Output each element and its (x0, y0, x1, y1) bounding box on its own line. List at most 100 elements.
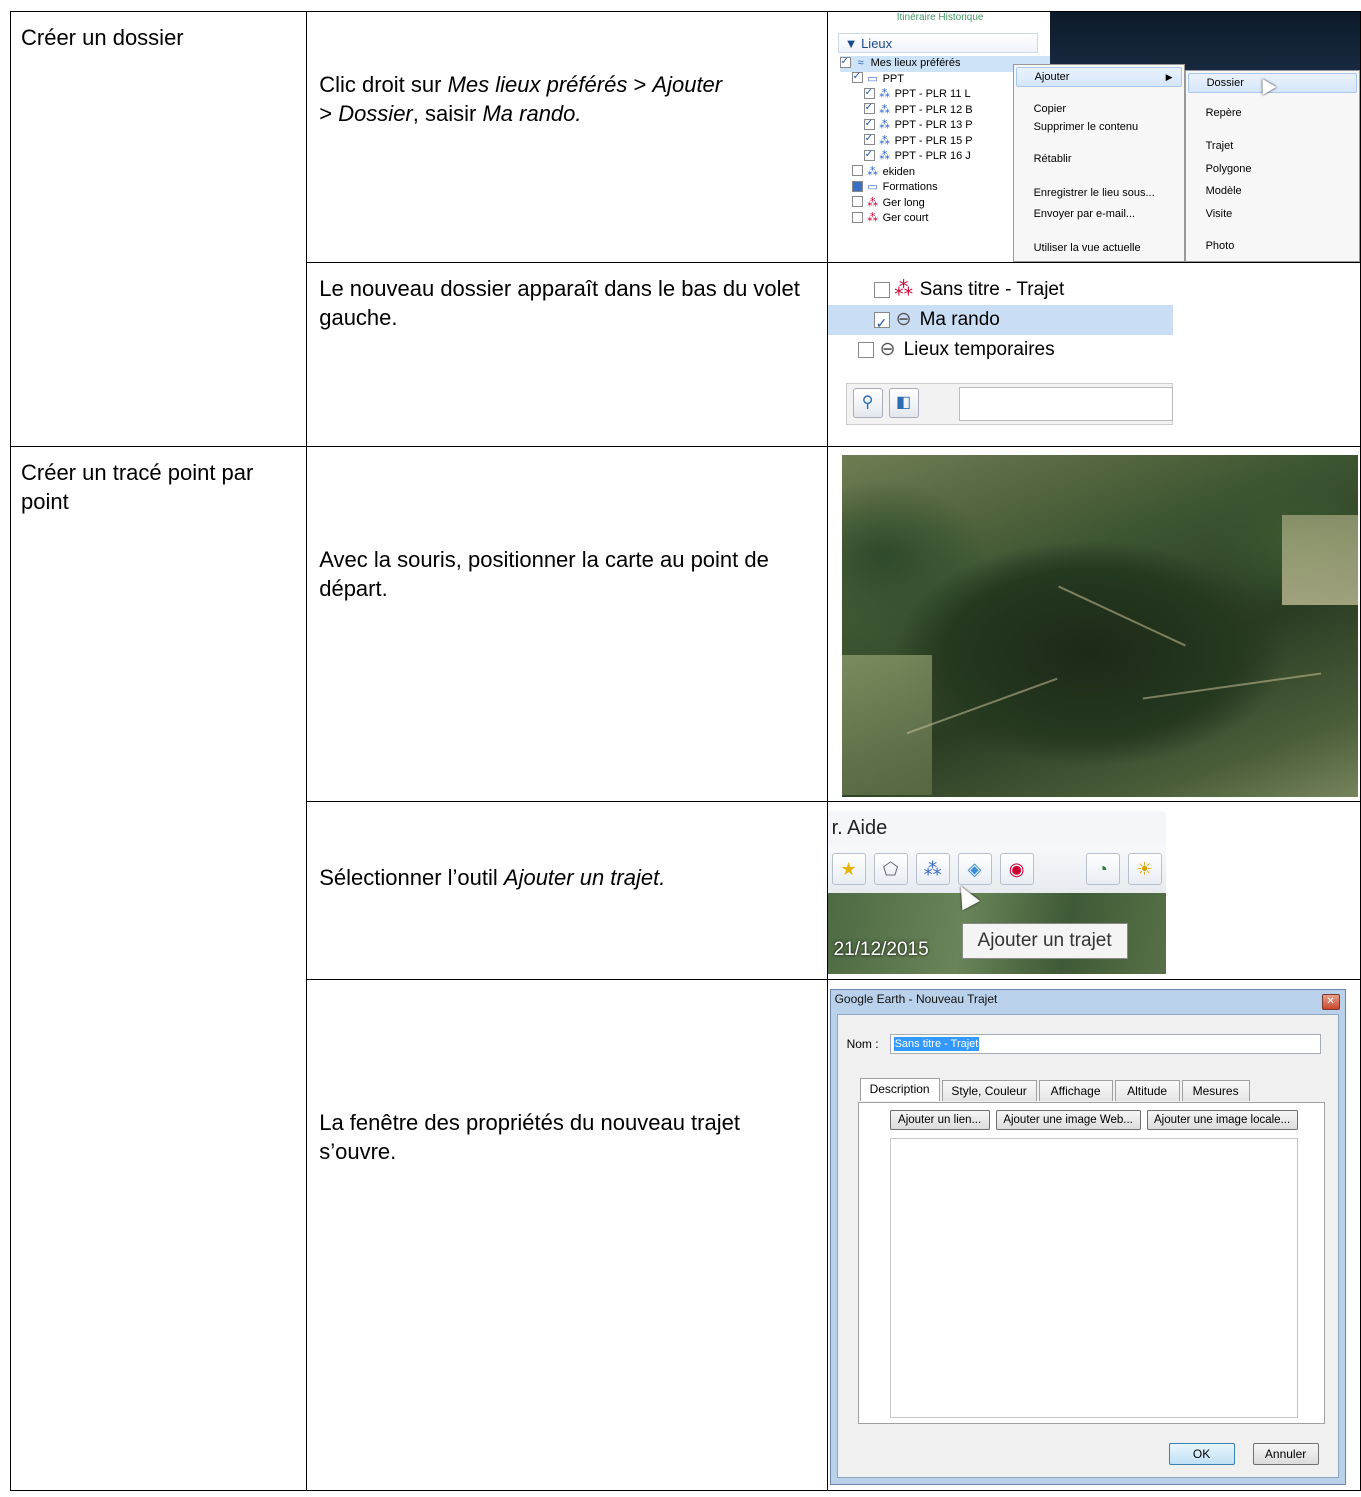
search-input[interactable] (958, 387, 1173, 421)
description-textarea[interactable] (889, 1138, 1298, 1418)
tab-altitude[interactable]: Altitude (1114, 1080, 1180, 1101)
record-tour-icon[interactable]: ◉ (999, 853, 1034, 885)
checkbox[interactable] (851, 165, 863, 177)
step-text: Le nouveau dossier apparaît dans le bas … (319, 276, 800, 330)
aerial-map-image (841, 455, 1358, 797)
cancel-button[interactable]: Annuler (1252, 1443, 1319, 1465)
add-local-image-button[interactable]: Ajouter une image locale... (1146, 1110, 1298, 1130)
toolbar-screenshot: r. Aide ★ ⬠ ⁂ ◈ ◉ ◔ ☀ 21/12/2015 Ajouter… (827, 811, 1166, 974)
step-text: Clic droit sur Mes lieux préférés > Ajou… (319, 72, 723, 126)
add-placemark-icon[interactable]: ★ (831, 853, 866, 885)
menu-item-email[interactable]: Envoyer par e-mail... (1034, 208, 1135, 220)
add-web-image-button[interactable]: Ajouter une image Web... (995, 1110, 1141, 1130)
path-icon: ⁂ (879, 88, 891, 100)
search-icon[interactable]: ⚲ (852, 388, 883, 418)
add-link-button[interactable]: Ajouter un lien... (889, 1110, 990, 1130)
path-icon: ⁂ (879, 134, 891, 147)
field-area (1281, 515, 1358, 605)
path-icon: ⁂ (879, 103, 891, 116)
close-icon[interactable]: ✕ (1321, 994, 1340, 1010)
checkbox[interactable] (851, 211, 863, 223)
menu-item-restore[interactable]: Rétablir (1034, 153, 1072, 165)
submenu-item-path[interactable]: Trajet (1206, 140, 1234, 152)
ok-button[interactable]: OK (1168, 1443, 1235, 1465)
tab-description[interactable]: Description (859, 1078, 940, 1101)
submenu-item-placemark[interactable]: Repère (1206, 107, 1242, 119)
tree-item-untitled-path[interactable]: ⁂ Sans titre - Trajet (873, 275, 1064, 305)
name-field[interactable]: Sans titre - Trajet (889, 1034, 1321, 1054)
checkbox[interactable] (857, 341, 874, 358)
field-area (841, 655, 932, 795)
add-submenu: Dossier Repère Trajet Polygone Modèle Vi… (1184, 70, 1360, 262)
tree-item-temporary-places[interactable]: ⊖ Lieux temporaires (857, 335, 1055, 365)
menu-help[interactable]: r. Aide (828, 817, 888, 839)
tab-style-color[interactable]: Style, Couleur (941, 1080, 1037, 1101)
step-text: Sélectionner l’outil Ajouter un trajet. (319, 865, 666, 890)
add-polygon-icon[interactable]: ⬠ (873, 853, 908, 885)
step-text: La fenêtre des propriétés du nouveau tra… (319, 1110, 740, 1164)
path-icon: ⁂ (867, 212, 879, 224)
submenu-arrow-icon: ▶ (1165, 72, 1173, 82)
tab-display[interactable]: Affichage (1038, 1080, 1113, 1101)
folder-icon: ▭ (867, 181, 878, 193)
path-icon: ⁂ (867, 165, 879, 178)
checkbox[interactable] (863, 147, 875, 162)
menu-item-delete-content[interactable]: Supprimer le contenu (1034, 121, 1139, 133)
menu-item-use-current-view[interactable]: Utiliser la vue actuelle (1034, 242, 1141, 254)
path-icon: ⁂ (867, 196, 879, 209)
context-menu: Ajouter ▶ Copier Supprimer le contenu Rét… (1012, 64, 1185, 262)
step-image-cell (826, 446, 1361, 802)
step-text-cell: La fenêtre des propriétés du nouveau tra… (306, 979, 828, 1491)
submenu-item-model[interactable]: Modèle (1206, 185, 1242, 197)
step-text: Avec la souris, positionner la carte au … (319, 547, 769, 601)
section-title: Créer un dossier (21, 25, 184, 50)
checkbox[interactable] (873, 281, 890, 298)
name-label: Nom : (846, 1037, 879, 1051)
folder-icon: ⊖ (895, 309, 912, 330)
submenu-item-tour[interactable]: Visite (1206, 208, 1233, 220)
sunlight-icon[interactable]: ☀ (1127, 853, 1162, 885)
dialog-title: Google Earth - Nouveau Trajet (834, 992, 998, 1006)
history-tabs: Itinéraire Historique (896, 12, 984, 23)
add-overlay-icon[interactable]: ◈ (957, 853, 992, 885)
places-panel-title[interactable]: ▼ Lieux (837, 33, 1038, 53)
tab-measures[interactable]: Mesures (1181, 1080, 1250, 1101)
menu-item-save-as[interactable]: Enregistrer le lieu sous... (1034, 187, 1155, 199)
checkbox[interactable] (851, 180, 863, 192)
tooltip: Ajouter un trajet (961, 923, 1128, 959)
path-icon: ⁂ (879, 150, 891, 162)
description-pane: Ajouter un lien... Ajouter une image Web… (857, 1102, 1325, 1424)
imagery-date: 21/12/2015 (833, 939, 929, 960)
path-icon: ⁂ (879, 119, 891, 131)
section-title: Créer un tracé point par point (21, 460, 254, 514)
step-image-cell: ⁂Sans titre - Trajet ⊖Ma rando ⊖Lieux te… (826, 262, 1361, 447)
step-text-cell: Avec la souris, positionner la carte au … (306, 446, 828, 802)
checkbox[interactable] (863, 116, 875, 131)
panel-toggle-icon[interactable]: ◧ (888, 388, 919, 418)
checkbox[interactable] (863, 85, 875, 100)
checkbox[interactable] (851, 69, 863, 85)
new-folder-screenshot: ⁂Sans titre - Trajet ⊖Ma rando ⊖Lieux te… (827, 263, 1173, 446)
tree-item-ma-rando[interactable]: ⊖Ma rando (827, 305, 1173, 338)
name-value: Sans titre - Trajet (893, 1037, 980, 1051)
section-title-cell: Créer un tracé point par point (9, 446, 308, 1491)
menu-item-copy[interactable]: Copier (1034, 103, 1066, 115)
folder-icon: ⊖ (879, 339, 896, 360)
new-path-dialog: Google Earth - Nouveau Trajet ✕ Nom : Sa… (829, 989, 1346, 1485)
add-path-icon[interactable]: ⁂ (915, 853, 950, 885)
checkbox[interactable] (873, 308, 890, 338)
step-text-cell: Le nouveau dossier apparaît dans le bas … (306, 262, 828, 447)
historical-imagery-icon[interactable]: ◔ (1085, 853, 1120, 885)
checkbox[interactable] (839, 54, 851, 69)
step-text-cell: Clic droit sur Mes lieux préférés > Ajou… (306, 11, 828, 263)
submenu-item-photo[interactable]: Photo (1206, 240, 1235, 252)
toolbar: ★ ⬠ ⁂ ◈ ◉ ◔ ☀ (827, 845, 1166, 894)
menu-item-add[interactable]: Ajouter ▶ (1015, 67, 1182, 87)
checkbox[interactable] (851, 196, 863, 208)
step-image-cell: Google Earth - Nouveau Trajet ✕ Nom : Sa… (826, 979, 1361, 1491)
submenu-item-polygon[interactable]: Polygone (1206, 163, 1252, 175)
checkbox[interactable] (863, 100, 875, 116)
checkbox[interactable] (863, 131, 875, 147)
context-menu-screenshot: Itinéraire Historique ▼ Lieux ≈Mes lieux… (827, 12, 1360, 262)
step-image-cell: Itinéraire Historique ▼ Lieux ≈Mes lieux… (826, 11, 1361, 263)
